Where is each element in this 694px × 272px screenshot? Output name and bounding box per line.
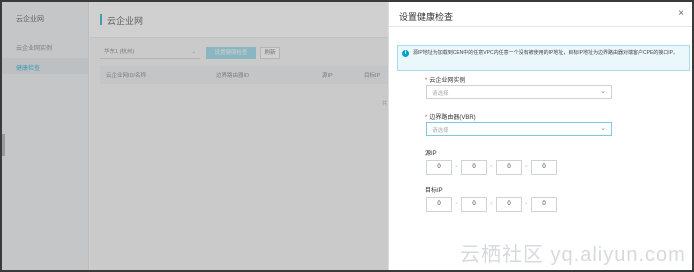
source-ip-octet-3[interactable]: 0 (496, 160, 522, 175)
vbr-label: * 边界路由器(VBR) (425, 115, 476, 121)
required-mark: * (425, 115, 428, 121)
ip-dot: · (490, 163, 493, 170)
source-ip-input-group: 0 · 0 · 0 · 0 (426, 160, 566, 175)
required-mark: * (425, 78, 428, 84)
target-ip-octet-2[interactable]: 0 (461, 197, 487, 212)
cen-instance-select[interactable]: 请选择 ⌄ (426, 85, 612, 99)
ip-dot: · (455, 163, 458, 170)
source-ip-octet-2[interactable]: 0 (461, 160, 487, 175)
ip-dot: · (455, 200, 458, 207)
close-icon[interactable]: × (678, 8, 684, 19)
health-check-dialog: 设置健康检查 × i 源IP地址为加载到CEN中的任意VPC内任意一个没有被使用… (388, 2, 692, 270)
info-notice-text: 源IP地址为加载到CEN中的任意VPC内任意一个没有被使用的IP地址，目标IP地… (413, 50, 679, 56)
info-icon: i (402, 50, 409, 57)
info-notice: i 源IP地址为加载到CEN中的任意VPC内任意一个没有被使用的IP地址，目标I… (397, 45, 690, 71)
dialog-divider (389, 26, 692, 27)
source-ip-label: 源IP (425, 151, 437, 157)
target-ip-octet-1[interactable]: 0 (426, 197, 452, 212)
target-ip-label: 目标IP (425, 188, 443, 194)
target-ip-octet-3[interactable]: 0 (496, 197, 522, 212)
chevron-down-icon: ⌄ (600, 125, 606, 132)
ip-dot: · (490, 200, 493, 207)
vbr-select[interactable]: 请选择 ⌄ (426, 122, 612, 136)
source-ip-octet-1[interactable]: 0 (426, 160, 452, 175)
target-ip-input-group: 0 · 0 · 0 · 0 (426, 197, 566, 212)
watermark: 云栖社区 yq.aliyun.com (460, 244, 686, 266)
source-ip-octet-4[interactable]: 0 (531, 160, 557, 175)
cen-instance-label: * 云企业网实例 (425, 78, 466, 84)
chevron-down-icon: ⌄ (600, 88, 606, 95)
modal-backdrop[interactable] (2, 2, 390, 270)
dialog-title: 设置健康检查 (399, 12, 454, 22)
ip-dot: · (525, 200, 528, 207)
cen-instance-placeholder: 请选择 (432, 91, 449, 97)
vbr-placeholder: 请选择 (432, 128, 449, 134)
ip-dot: · (525, 163, 528, 170)
target-ip-octet-4[interactable]: 0 (531, 197, 557, 212)
console-window: 云企业网 云企业网实例 健康检查 云企业网 华东1 (杭州) ⌄ 设置健康检查 … (0, 0, 694, 272)
